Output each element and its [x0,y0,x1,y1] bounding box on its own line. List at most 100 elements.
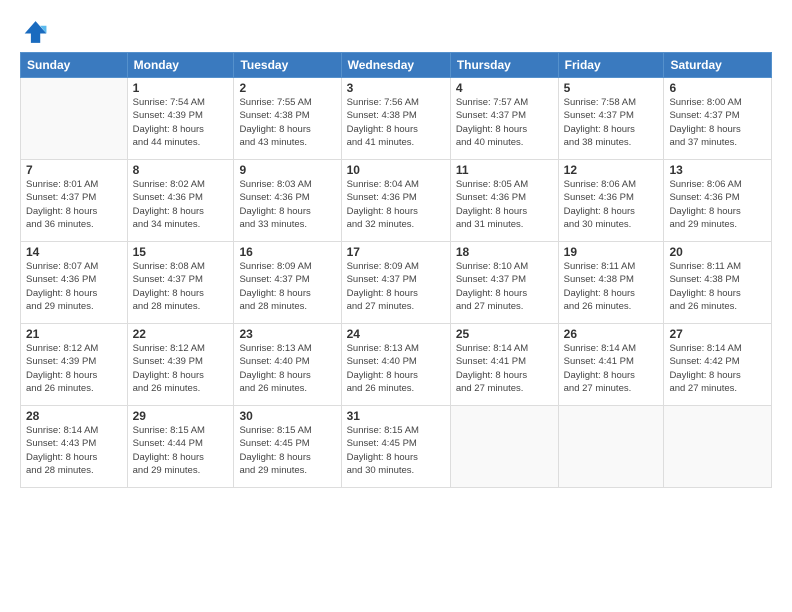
day-number: 24 [347,327,445,341]
calendar-header-row: SundayMondayTuesdayWednesdayThursdayFrid… [21,53,772,78]
day-number: 12 [564,163,659,177]
day-info: Sunrise: 8:14 AMSunset: 4:41 PMDaylight:… [456,342,553,395]
calendar-cell: 12Sunrise: 8:06 AMSunset: 4:36 PMDayligh… [558,160,664,242]
calendar-cell: 30Sunrise: 8:15 AMSunset: 4:45 PMDayligh… [234,406,341,488]
calendar-week-1: 7Sunrise: 8:01 AMSunset: 4:37 PMDaylight… [21,160,772,242]
day-info: Sunrise: 8:08 AMSunset: 4:37 PMDaylight:… [133,260,229,313]
day-info: Sunrise: 7:54 AMSunset: 4:39 PMDaylight:… [133,96,229,149]
calendar-cell: 7Sunrise: 8:01 AMSunset: 4:37 PMDaylight… [21,160,128,242]
day-info: Sunrise: 8:00 AMSunset: 4:37 PMDaylight:… [669,96,766,149]
calendar-cell: 20Sunrise: 8:11 AMSunset: 4:38 PMDayligh… [664,242,772,324]
day-number: 28 [26,409,122,423]
day-info: Sunrise: 8:15 AMSunset: 4:45 PMDaylight:… [239,424,335,477]
calendar-cell: 5Sunrise: 7:58 AMSunset: 4:37 PMDaylight… [558,78,664,160]
calendar-cell: 9Sunrise: 8:03 AMSunset: 4:36 PMDaylight… [234,160,341,242]
day-number: 16 [239,245,335,259]
calendar-cell: 14Sunrise: 8:07 AMSunset: 4:36 PMDayligh… [21,242,128,324]
day-info: Sunrise: 7:55 AMSunset: 4:38 PMDaylight:… [239,96,335,149]
day-info: Sunrise: 8:09 AMSunset: 4:37 PMDaylight:… [239,260,335,313]
page: SundayMondayTuesdayWednesdayThursdayFrid… [0,0,792,612]
day-number: 21 [26,327,122,341]
day-info: Sunrise: 8:14 AMSunset: 4:43 PMDaylight:… [26,424,122,477]
day-number: 1 [133,81,229,95]
calendar-week-4: 28Sunrise: 8:14 AMSunset: 4:43 PMDayligh… [21,406,772,488]
day-number: 2 [239,81,335,95]
calendar-cell: 23Sunrise: 8:13 AMSunset: 4:40 PMDayligh… [234,324,341,406]
calendar-cell: 21Sunrise: 8:12 AMSunset: 4:39 PMDayligh… [21,324,128,406]
header [20,18,772,46]
logo [20,18,52,46]
day-number: 27 [669,327,766,341]
day-number: 3 [347,81,445,95]
day-info: Sunrise: 8:11 AMSunset: 4:38 PMDaylight:… [669,260,766,313]
day-number: 26 [564,327,659,341]
day-info: Sunrise: 8:14 AMSunset: 4:41 PMDaylight:… [564,342,659,395]
day-number: 13 [669,163,766,177]
calendar-header-tuesday: Tuesday [234,53,341,78]
calendar-cell: 3Sunrise: 7:56 AMSunset: 4:38 PMDaylight… [341,78,450,160]
day-number: 7 [26,163,122,177]
calendar-cell: 28Sunrise: 8:14 AMSunset: 4:43 PMDayligh… [21,406,128,488]
calendar-cell: 16Sunrise: 8:09 AMSunset: 4:37 PMDayligh… [234,242,341,324]
calendar-cell: 29Sunrise: 8:15 AMSunset: 4:44 PMDayligh… [127,406,234,488]
day-number: 4 [456,81,553,95]
calendar-cell: 19Sunrise: 8:11 AMSunset: 4:38 PMDayligh… [558,242,664,324]
day-number: 6 [669,81,766,95]
calendar-cell: 24Sunrise: 8:13 AMSunset: 4:40 PMDayligh… [341,324,450,406]
day-number: 14 [26,245,122,259]
calendar-cell: 6Sunrise: 8:00 AMSunset: 4:37 PMDaylight… [664,78,772,160]
logo-icon [20,18,48,46]
day-number: 22 [133,327,229,341]
day-number: 29 [133,409,229,423]
calendar-cell: 18Sunrise: 8:10 AMSunset: 4:37 PMDayligh… [450,242,558,324]
calendar-cell: 2Sunrise: 7:55 AMSunset: 4:38 PMDaylight… [234,78,341,160]
calendar-cell: 25Sunrise: 8:14 AMSunset: 4:41 PMDayligh… [450,324,558,406]
day-info: Sunrise: 8:09 AMSunset: 4:37 PMDaylight:… [347,260,445,313]
day-info: Sunrise: 8:14 AMSunset: 4:42 PMDaylight:… [669,342,766,395]
calendar-week-2: 14Sunrise: 8:07 AMSunset: 4:36 PMDayligh… [21,242,772,324]
day-info: Sunrise: 8:04 AMSunset: 4:36 PMDaylight:… [347,178,445,231]
day-number: 10 [347,163,445,177]
day-info: Sunrise: 8:13 AMSunset: 4:40 PMDaylight:… [347,342,445,395]
calendar-header-saturday: Saturday [664,53,772,78]
day-number: 11 [456,163,553,177]
day-number: 19 [564,245,659,259]
day-info: Sunrise: 8:06 AMSunset: 4:36 PMDaylight:… [564,178,659,231]
day-info: Sunrise: 8:11 AMSunset: 4:38 PMDaylight:… [564,260,659,313]
calendar-cell: 26Sunrise: 8:14 AMSunset: 4:41 PMDayligh… [558,324,664,406]
calendar-week-3: 21Sunrise: 8:12 AMSunset: 4:39 PMDayligh… [21,324,772,406]
calendar-header-sunday: Sunday [21,53,128,78]
day-info: Sunrise: 8:03 AMSunset: 4:36 PMDaylight:… [239,178,335,231]
calendar-cell [558,406,664,488]
day-info: Sunrise: 8:12 AMSunset: 4:39 PMDaylight:… [133,342,229,395]
day-number: 15 [133,245,229,259]
day-number: 31 [347,409,445,423]
day-info: Sunrise: 8:06 AMSunset: 4:36 PMDaylight:… [669,178,766,231]
day-number: 5 [564,81,659,95]
calendar-cell [450,406,558,488]
calendar-cell [664,406,772,488]
calendar-header-friday: Friday [558,53,664,78]
day-number: 23 [239,327,335,341]
day-info: Sunrise: 8:02 AMSunset: 4:36 PMDaylight:… [133,178,229,231]
day-info: Sunrise: 7:58 AMSunset: 4:37 PMDaylight:… [564,96,659,149]
calendar-cell: 8Sunrise: 8:02 AMSunset: 4:36 PMDaylight… [127,160,234,242]
calendar-header-wednesday: Wednesday [341,53,450,78]
day-info: Sunrise: 8:12 AMSunset: 4:39 PMDaylight:… [26,342,122,395]
calendar-cell: 13Sunrise: 8:06 AMSunset: 4:36 PMDayligh… [664,160,772,242]
day-number: 8 [133,163,229,177]
day-info: Sunrise: 8:15 AMSunset: 4:44 PMDaylight:… [133,424,229,477]
day-info: Sunrise: 7:56 AMSunset: 4:38 PMDaylight:… [347,96,445,149]
calendar-cell: 31Sunrise: 8:15 AMSunset: 4:45 PMDayligh… [341,406,450,488]
calendar-cell: 15Sunrise: 8:08 AMSunset: 4:37 PMDayligh… [127,242,234,324]
day-number: 25 [456,327,553,341]
calendar-cell: 22Sunrise: 8:12 AMSunset: 4:39 PMDayligh… [127,324,234,406]
calendar-cell: 1Sunrise: 7:54 AMSunset: 4:39 PMDaylight… [127,78,234,160]
day-info: Sunrise: 8:10 AMSunset: 4:37 PMDaylight:… [456,260,553,313]
day-info: Sunrise: 8:13 AMSunset: 4:40 PMDaylight:… [239,342,335,395]
day-number: 20 [669,245,766,259]
calendar-cell [21,78,128,160]
calendar-cell: 17Sunrise: 8:09 AMSunset: 4:37 PMDayligh… [341,242,450,324]
calendar-cell: 11Sunrise: 8:05 AMSunset: 4:36 PMDayligh… [450,160,558,242]
calendar-cell: 27Sunrise: 8:14 AMSunset: 4:42 PMDayligh… [664,324,772,406]
